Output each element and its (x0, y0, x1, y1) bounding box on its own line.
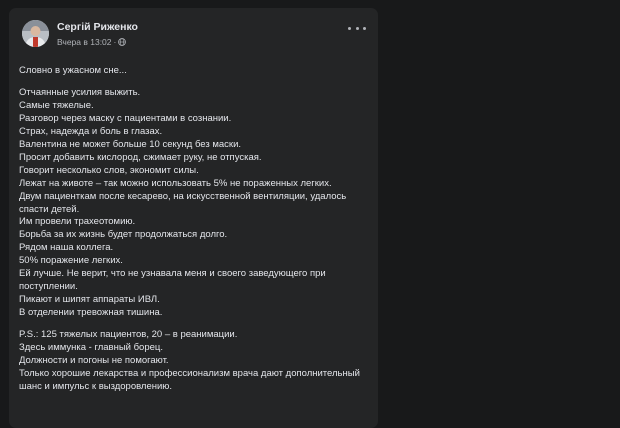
avatar[interactable] (22, 20, 49, 47)
post-line: Говорит несколько слов, экономит силы. (19, 164, 199, 176)
more-options-icon[interactable] (348, 23, 366, 33)
post-line: Пикают и шипят аппараты ИВЛ. (19, 293, 160, 305)
post-line: В отделении тревожная тишина. (19, 306, 163, 318)
post-text: Словно в ужасном сне... Отчаянные усилия… (19, 65, 369, 394)
post-line: Рядом наша коллега. (19, 242, 114, 254)
meta-separator: · (113, 37, 117, 47)
post-line: Отчаянные усилия выжить. (19, 87, 141, 99)
post-line: Страх, надежда и боль в глазах. (19, 126, 163, 138)
post-line: Разговор через маску с пациентами в созн… (19, 113, 232, 125)
post-line: Ей лучше. Не верит, что не узнавала меня… (19, 268, 326, 292)
post-line: Им провели трахеотомию. (19, 216, 136, 228)
post-meta: Вчера в 13:02 · (57, 37, 127, 47)
post-line: Борьба за их жизнь будет продолжаться до… (19, 229, 228, 241)
more-dot (348, 26, 351, 30)
post-line: Только хорошие лекарства и профессионали… (19, 367, 360, 392)
post-line: Просит добавить кислород, сжимает руку, … (19, 151, 262, 163)
post-card: Сергій Риженко Вчера в 13:02 · Словно в … (9, 8, 378, 428)
globe-icon[interactable] (118, 38, 127, 46)
post-line: Должности и погоны не помогают. (19, 355, 169, 367)
post-line: Здесь иммунка - главный борец. (19, 342, 163, 354)
post-line: Лежат на животе – так можно использовать… (19, 177, 332, 189)
post-line: P.S.: 125 тяжелых пациентов, 20 – в реан… (19, 329, 238, 341)
post-line: Двум пациенткам после кесарево, на искус… (19, 190, 347, 215)
post-timestamp[interactable]: Вчера в 13:02 (57, 37, 112, 47)
post-line: Самые тяжелые. (19, 100, 94, 112)
post-line: Валентина не может больше 10 секунд без … (19, 139, 242, 151)
post-line: 50% поражение легких. (19, 255, 123, 267)
more-dot (355, 26, 359, 30)
post-line: Словно в ужасном сне... (19, 65, 127, 76)
more-dot (363, 26, 366, 30)
author-name[interactable]: Сергій Риженко (57, 21, 138, 33)
